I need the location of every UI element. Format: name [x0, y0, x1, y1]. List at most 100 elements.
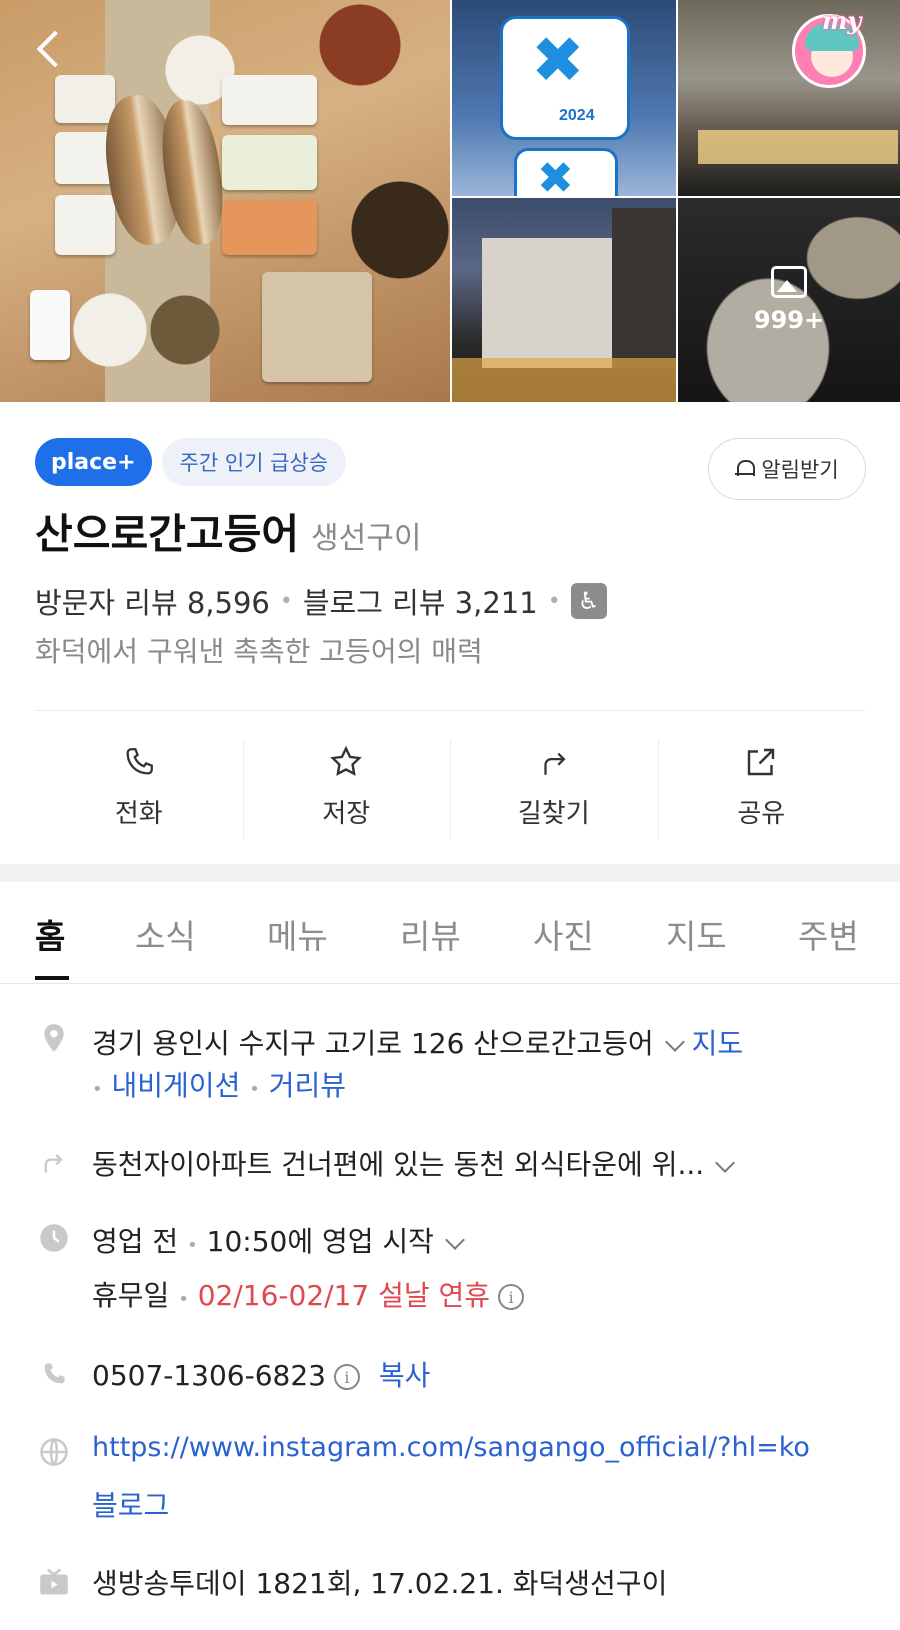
hours-start: 10:50에 영업 시작 [206, 1225, 434, 1258]
phone-row: 0507-1306-6823 i 복사 [92, 1354, 430, 1394]
building-sign [612, 208, 676, 368]
tab-home[interactable]: 홈 [35, 910, 65, 958]
save-label: 저장 [322, 798, 371, 829]
street-view-link[interactable]: 거리뷰 [269, 1069, 346, 1102]
share-label: 공유 [737, 798, 786, 829]
separator: • [187, 1235, 198, 1256]
wheelchair-icon[interactable]: ♿ [570, 583, 607, 619]
bell-icon [735, 458, 756, 480]
address-links: • 내비게이션 • 거리뷰 [92, 1064, 346, 1104]
call-label: 전화 [114, 798, 163, 829]
separator: • [249, 1079, 260, 1100]
separator: • [178, 1289, 189, 1310]
phone-number[interactable]: 0507-1306-6823 [92, 1359, 326, 1392]
ribbon-icon: ✖ [537, 153, 574, 197]
tv-row: 생방송투데이 1821회, 17.02.21. 화덕생선구이 [92, 1562, 667, 1602]
directions-text: 동천자이아파트 건너편에 있는 동천 외식타운에 위... [92, 1148, 705, 1181]
address-row: 경기 용인시 수지구 고기로 126 산으로간고등어 지도 [92, 1022, 743, 1062]
phone-row-icon [38, 1358, 70, 1390]
tab-menu[interactable]: 메뉴 [267, 910, 328, 958]
location-pin-icon [38, 1022, 70, 1054]
trend-badge: 주간 인기 급상승 [161, 438, 347, 486]
call-button[interactable]: 전화 [35, 735, 243, 837]
closed-label: 휴무일 [92, 1279, 170, 1312]
clock-icon [38, 1222, 70, 1254]
tab-photo[interactable]: 사진 [533, 910, 594, 958]
tab-map[interactable]: 지도 [666, 910, 727, 958]
place-category: 생선구이 [311, 521, 422, 556]
tab-news[interactable]: 소식 [135, 910, 196, 958]
directions-label: 길찾기 [517, 798, 590, 829]
side-dish [222, 75, 317, 125]
notify-label: 알림받기 [761, 458, 839, 482]
hours-row[interactable]: 영업 전 • 10:50에 영업 시작 [92, 1220, 472, 1260]
directions-button[interactable]: 길찾기 [450, 735, 658, 839]
title-row: 산으로간고등어 생선구이 [35, 500, 421, 560]
tab-review[interactable]: 리뷰 [400, 910, 461, 958]
blog-link[interactable]: 블로그 [92, 1489, 169, 1522]
tv-icon [38, 1566, 70, 1598]
share-icon [742, 743, 780, 781]
place-tagline: 화덕에서 구워낸 촉촉한 고등어의 매력 [35, 635, 483, 668]
more-photos-count: 999+ [753, 306, 825, 334]
side-dish [222, 200, 317, 255]
divider [35, 710, 865, 711]
tab-bar: 홈 소식 메뉴 리뷰 사진 지도 주변 [0, 882, 900, 984]
ribbon-sign: ✖ 2024 [500, 16, 630, 140]
my-profile-button[interactable]: my [790, 6, 872, 88]
photo-gallery: ✖ 2024 ✖ 999+ my [0, 0, 900, 402]
ribbon-sign-secondary: ✖ [514, 148, 618, 196]
ribbon-icon: ✖ [531, 24, 585, 98]
navigation-link[interactable]: 내비게이션 [112, 1069, 241, 1102]
separator: • [547, 588, 561, 614]
side-dish [55, 195, 115, 255]
active-tab-indicator [35, 976, 69, 980]
chevron-down-icon[interactable] [715, 1153, 736, 1173]
chevron-down-icon[interactable] [664, 1032, 685, 1052]
side-dish [55, 75, 115, 123]
badges: place+ 주간 인기 급상승 [35, 438, 347, 486]
blog-row: 블로그 [92, 1484, 169, 1524]
napkin [30, 290, 70, 360]
counter [698, 130, 898, 164]
share-button[interactable]: 공유 [657, 735, 866, 839]
notify-button[interactable]: 알림받기 [708, 438, 866, 500]
tab-nearby[interactable]: 주변 [798, 910, 859, 958]
closed-dates: 02/16-02/17 설날 연휴 [197, 1279, 491, 1312]
map-link[interactable]: 지도 [692, 1027, 744, 1060]
award-photo[interactable]: ✖ 2024 ✖ [452, 0, 676, 196]
tv-info: 생방송투데이 1821회, 17.02.21. 화덕생선구이 [92, 1567, 668, 1600]
phone-icon [120, 743, 158, 781]
more-photos-overlay[interactable]: 999+ [678, 198, 900, 402]
separator: • [279, 588, 293, 614]
image-icon [771, 266, 807, 298]
chevron-down-icon[interactable] [445, 1230, 465, 1250]
blog-review-count[interactable]: 블로그 리뷰 3,211 [303, 580, 538, 622]
separator: • [92, 1079, 103, 1100]
info-icon[interactable]: i [333, 1364, 360, 1390]
visitor-review-count[interactable]: 방문자 리뷰 8,596 [35, 580, 270, 622]
address-text[interactable]: 경기 용인시 수지구 고기로 126 산으로간고등어 [92, 1027, 654, 1060]
action-bar: 전화 저장 길찾기 공유 [35, 735, 866, 839]
building-wall [482, 238, 612, 368]
directions-arrow-icon [38, 1146, 70, 1178]
website-link[interactable]: https://www.instagram.com/sangango_offic… [92, 1432, 810, 1463]
closed-row: 휴무일 • 02/16-02/17 설날 연휴 i [92, 1274, 525, 1314]
star-icon [327, 743, 365, 781]
copy-button[interactable]: 복사 [379, 1359, 431, 1392]
exterior-photo[interactable] [452, 198, 676, 402]
back-button[interactable] [30, 28, 70, 72]
directions-row[interactable]: 동천자이아파트 건너편에 있는 동천 외식타운에 위... [92, 1143, 742, 1183]
place-plus-badge: place+ [35, 438, 152, 486]
more-photos[interactable]: 999+ [678, 198, 900, 402]
save-button[interactable]: 저장 [242, 735, 451, 839]
ribbon-year: 2024 [559, 107, 595, 124]
review-summary: 방문자 리뷰 8,596 • 블로그 리뷰 3,211 • ♿ [35, 580, 607, 622]
side-dish [222, 135, 317, 190]
my-label: my [822, 6, 862, 35]
side-dish [262, 272, 372, 382]
place-title: 산으로간고등어 [35, 510, 300, 558]
storefront-lights [452, 358, 676, 402]
website-row: https://www.instagram.com/sangango_offic… [92, 1432, 810, 1463]
info-icon[interactable]: i [498, 1284, 525, 1310]
